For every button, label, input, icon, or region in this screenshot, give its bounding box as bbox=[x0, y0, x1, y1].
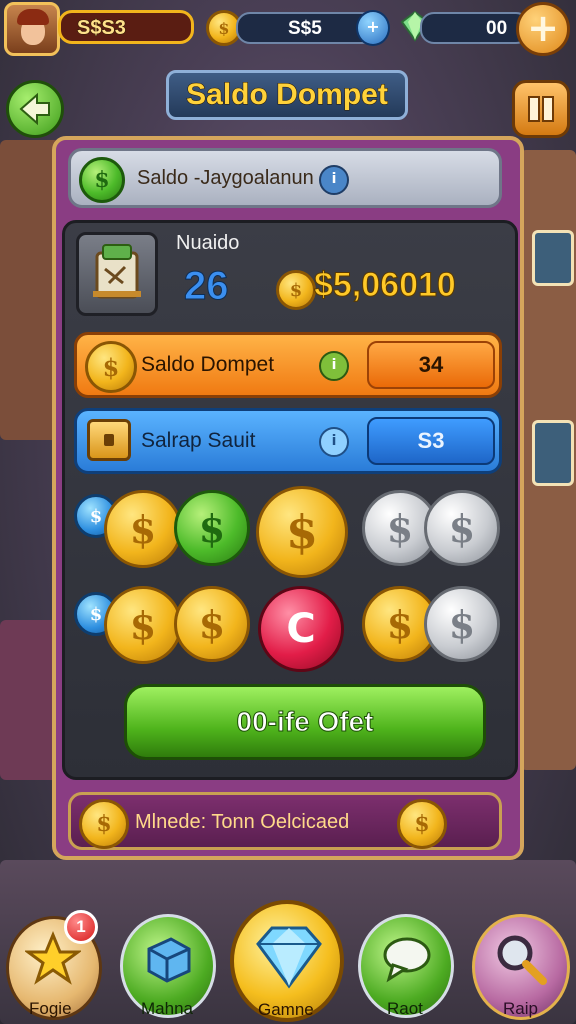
wallet-balance-value: 34 bbox=[418, 352, 444, 377]
search-bar-label: Saldo -Jaygoalanun bbox=[137, 167, 314, 189]
savings-info-icon[interactable]: i bbox=[319, 427, 349, 457]
grid-icon bbox=[528, 96, 554, 122]
primary-action-button[interactable]: 00-ife Ofet bbox=[124, 684, 486, 760]
background-window-right-2 bbox=[532, 420, 574, 486]
nav-item-raot[interactable]: Raot bbox=[358, 914, 454, 1018]
nav-label-raot: Raot bbox=[387, 999, 423, 1018]
balance-amount: $5,06010 bbox=[314, 266, 457, 305]
coin-option-2[interactable]: $ bbox=[174, 490, 250, 566]
avatar-hair bbox=[17, 9, 49, 25]
bottom-nav: Fogie 1 Mahna Gamne Raot Raip bbox=[0, 900, 576, 1024]
nav-label-raip: Raip bbox=[503, 999, 538, 1018]
balance-coin-icon: $ bbox=[276, 270, 316, 310]
nav-item-mahna[interactable]: Mahna bbox=[120, 914, 216, 1018]
coin-option-6[interactable]: $ bbox=[104, 586, 182, 664]
red-gem-coin[interactable]: C bbox=[258, 586, 344, 672]
footer-banner: $ Mlnede: Tonn Oelcicaed $ bbox=[68, 792, 502, 850]
wallet-balance-label: Saldo Dompet bbox=[141, 353, 275, 376]
page-title: Saldo Dompet bbox=[186, 78, 389, 112]
footer-banner-text: Mlnede: Tonn Oelcicaed bbox=[135, 811, 350, 833]
row-coin-icon: $ bbox=[85, 341, 137, 393]
player-avatar[interactable] bbox=[4, 2, 60, 56]
nav-label-mahna: Mahna bbox=[141, 999, 193, 1018]
account-level: 26 bbox=[184, 264, 229, 309]
savings-value: S3 bbox=[417, 428, 445, 453]
background-roof-left bbox=[0, 620, 60, 780]
coin-currency-pill: S$5 bbox=[236, 12, 376, 44]
coin-currency-value: S$5 bbox=[288, 18, 322, 39]
nav-label-gamne: Gamne bbox=[258, 1000, 314, 1019]
footer-coin-left-icon: $ bbox=[79, 799, 129, 849]
player-currency-value: S$S3 bbox=[77, 17, 127, 40]
chat-icon bbox=[383, 937, 431, 983]
coin-option-1[interactable]: $ bbox=[104, 490, 182, 568]
savings-label: Salrap Sauit bbox=[141, 429, 256, 452]
title-banner: Saldo Dompet bbox=[166, 70, 408, 120]
player-currency-pill: S$S3 bbox=[58, 10, 194, 44]
savings-value-box: S3 bbox=[367, 417, 495, 465]
back-arrow-icon bbox=[19, 92, 50, 126]
badge-count: 1 bbox=[76, 917, 86, 936]
nav-item-gamne[interactable]: Gamne bbox=[230, 900, 344, 1022]
coin-add-icon[interactable]: + bbox=[356, 10, 390, 46]
treasure-box-icon bbox=[87, 419, 131, 461]
gem-currency-pill: 00 bbox=[420, 12, 530, 44]
row-info-icon[interactable]: i bbox=[319, 351, 349, 381]
search-bar[interactable]: $ Saldo -Jaygoalanun i bbox=[68, 148, 502, 208]
nav-item-raip[interactable]: Raip bbox=[472, 914, 570, 1020]
cube-icon bbox=[147, 937, 191, 983]
dollar-coin-icon: $ bbox=[79, 157, 125, 203]
wallet-balance-value-box: 34 bbox=[367, 341, 495, 389]
background-house-left bbox=[0, 140, 60, 440]
diamond-icon bbox=[256, 926, 322, 989]
account-name: Nuaido bbox=[176, 232, 240, 254]
background-window-right bbox=[532, 230, 574, 286]
gem-currency-value: 00 bbox=[486, 18, 508, 39]
add-currency-button[interactable]: + bbox=[516, 2, 570, 56]
back-button[interactable] bbox=[6, 80, 64, 138]
wallet-icon bbox=[76, 232, 158, 316]
red-coin-glyph: C bbox=[286, 606, 316, 652]
hud-bar: S$S3 $ S$5 + 00 + bbox=[0, 0, 576, 58]
notification-badge: 1 bbox=[64, 910, 98, 944]
savings-row[interactable]: Salrap Sauit i S3 bbox=[74, 408, 502, 474]
menu-grid-button[interactable] bbox=[512, 80, 570, 138]
coin-option-5[interactable]: $ bbox=[424, 490, 500, 566]
magnifier-icon bbox=[497, 935, 547, 985]
coin-option-3[interactable]: $ bbox=[256, 486, 348, 578]
coin-option-9[interactable]: $ bbox=[424, 586, 500, 662]
primary-action-label: 00-ife Ofet bbox=[236, 706, 374, 738]
nav-label-fogie: Fogie bbox=[29, 999, 72, 1018]
info-icon[interactable]: i bbox=[319, 165, 349, 195]
coin-option-7[interactable]: $ bbox=[174, 586, 250, 662]
wallet-balance-row[interactable]: $ Saldo Dompet i 34 bbox=[74, 332, 502, 398]
footer-coin-right-icon: $ bbox=[397, 799, 447, 849]
